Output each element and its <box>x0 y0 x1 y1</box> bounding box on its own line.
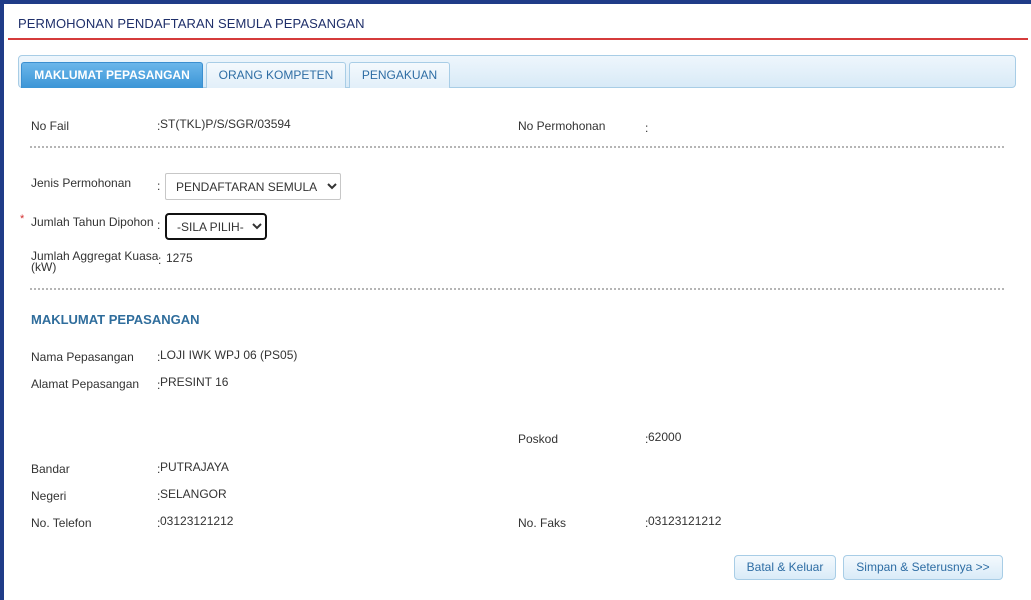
alamat-pepasangan-value: PRESINT 16 <box>160 375 229 389</box>
tab-orang-kompeten[interactable]: ORANG KOMPETEN <box>206 62 346 88</box>
bandar-label: Bandar <box>31 462 70 476</box>
aggregat-label-line2: (kW) <box>31 260 57 274</box>
faks-value: 03123121212 <box>648 514 722 528</box>
jumlah-tahun-select[interactable]: -SILA PILIH- <box>165 213 267 240</box>
no-permohonan-label: No Permohonan <box>518 119 606 133</box>
telefon-label: No. Telefon <box>31 516 92 530</box>
jumlah-tahun-label: Jumlah Tahun Dipohon <box>31 215 154 229</box>
nama-pepasangan-value: LOJI IWK WPJ 06 (PS05) <box>160 348 298 362</box>
colon-separator: : <box>157 218 161 232</box>
negeri-label: Negeri <box>31 489 67 503</box>
nama-pepasangan-label: Nama Pepasangan <box>31 350 134 364</box>
batal-keluar-button[interactable]: Batal & Keluar <box>734 555 836 580</box>
jenis-permohonan-select[interactable]: PENDAFTARAN SEMULA <box>165 173 341 200</box>
faks-label: No. Faks <box>518 516 567 530</box>
aggregat-value: 1275 <box>166 251 193 265</box>
aggregat-label: Jumlah Aggregat Kuasa (kW) <box>31 250 158 274</box>
tab-pengakuan[interactable]: PENGAKUAN <box>349 62 450 88</box>
negeri-value: SELANGOR <box>160 487 227 501</box>
tab-bar: MAKLUMAT PEPASANGAN ORANG KOMPETEN PENGA… <box>18 55 1016 88</box>
page-title: PERMOHONAN PENDAFTARAN SEMULA PEPASANGAN <box>18 16 365 31</box>
dotted-divider <box>30 288 1004 290</box>
bandar-value: PUTRAJAYA <box>160 460 229 474</box>
tab-maklumat-pepasangan[interactable]: MAKLUMAT PEPASANGAN <box>21 62 203 88</box>
no-fail-value: ST(TKL)P/S/SGR/03594 <box>160 117 291 131</box>
colon-separator: : <box>645 121 649 135</box>
colon-separator: : <box>158 253 162 267</box>
poskod-value: 62000 <box>648 430 682 444</box>
telefon-value: 03123121212 <box>160 514 234 528</box>
required-marker: * <box>20 213 25 225</box>
colon-separator: : <box>157 179 161 193</box>
dotted-divider <box>30 146 1004 148</box>
window-frame <box>0 0 1031 600</box>
jenis-permohonan-label: Jenis Permohonan <box>31 176 132 190</box>
simpan-seterusnya-button[interactable]: Simpan & Seterusnya >> <box>843 555 1003 580</box>
poskod-label: Poskod <box>518 432 559 446</box>
title-divider <box>8 38 1028 40</box>
alamat-pepasangan-label: Alamat Pepasangan <box>31 377 140 391</box>
section-title: MAKLUMAT PEPASANGAN <box>31 312 200 327</box>
no-fail-label: No Fail <box>31 119 70 133</box>
